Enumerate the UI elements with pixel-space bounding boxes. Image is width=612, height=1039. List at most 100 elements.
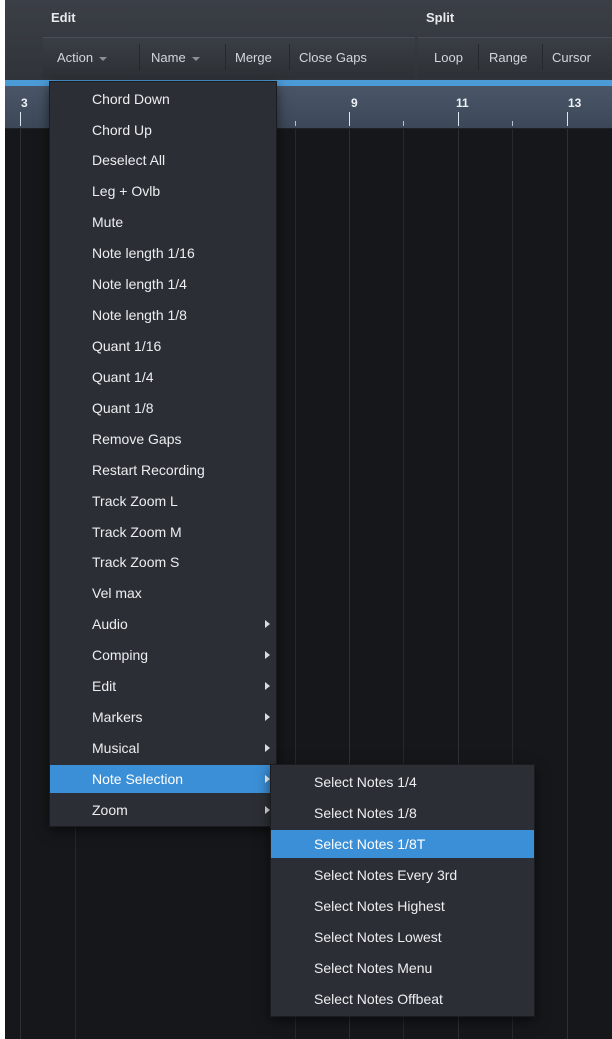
menu-item-restart-recording[interactable]: Restart Recording <box>50 456 276 484</box>
submenu-item-label: Select Notes Menu <box>314 960 433 976</box>
ruler-bar-tick <box>349 112 350 126</box>
menu-item-label: Zoom <box>92 802 128 818</box>
menu-item-label: Mute <box>92 214 124 230</box>
submenu-item-label: Select Notes 1/8T <box>314 836 426 852</box>
menu-item-chord-down[interactable]: Chord Down <box>50 85 276 113</box>
menu-item-note-length-1-8[interactable]: Note length 1/8 <box>50 301 276 329</box>
menu-item-edit[interactable]: Edit <box>50 672 276 700</box>
menu-item-label: Quant 1/8 <box>92 400 154 416</box>
menu-item-label: Track Zoom S <box>92 554 180 570</box>
action-button[interactable]: Action <box>57 50 108 65</box>
grid-line <box>567 129 568 1039</box>
menu-item-musical[interactable]: Musical <box>50 734 276 762</box>
menu-item-label: Comping <box>92 647 149 663</box>
action-button-label: Action <box>57 50 94 65</box>
submenu-item-label: Select Notes Highest <box>314 898 445 914</box>
ruler-sub-tick <box>512 121 513 126</box>
split-cursor-button[interactable]: Cursor <box>552 50 591 65</box>
submenu-item-select-notes-1-4[interactable]: Select Notes 1/4 <box>271 768 534 796</box>
menu-item-track-zoom-s[interactable]: Track Zoom S <box>50 548 276 576</box>
toolbar-divider <box>225 44 226 70</box>
menu-item-leg-ovlb[interactable]: Leg + Ovlb <box>50 177 276 205</box>
menu-item-label: Note length 1/16 <box>92 245 195 261</box>
menu-item-label: Deselect All <box>92 152 166 168</box>
grid-line <box>20 129 21 1039</box>
menu-item-note-length-1-16[interactable]: Note length 1/16 <box>50 239 276 267</box>
menu-item-label: Note Selection <box>92 771 184 787</box>
menu-item-label: Vel max <box>92 585 142 601</box>
ruler-bar-tick <box>20 112 21 126</box>
action-menu: Chord Down Chord Up Deselect All Leg + O… <box>49 81 277 827</box>
ruler-bar-tick <box>567 112 568 126</box>
submenu-item-label: Select Notes Lowest <box>314 929 442 945</box>
merge-button-label: Merge <box>235 50 272 65</box>
menu-item-label: Track Zoom L <box>92 493 178 509</box>
ruler-bar-tick <box>458 112 459 126</box>
chevron-down-icon <box>99 56 108 61</box>
submenu-item-select-notes-menu[interactable]: Select Notes Menu <box>271 954 534 982</box>
ruler-bar-number: 3 <box>21 96 28 110</box>
name-button[interactable]: Name <box>151 50 200 65</box>
edit-group-title: Edit <box>51 10 76 25</box>
menu-item-label: Leg + Ovlb <box>92 183 161 199</box>
split-loop-label: Loop <box>434 50 463 65</box>
chevron-right-icon <box>265 651 270 659</box>
split-group: Split Loop Range Cursor <box>418 0 612 80</box>
edit-group-body: Action Name Merge Close Gaps <box>43 37 415 78</box>
submenu-item-select-notes-every-3rd[interactable]: Select Notes Every 3rd <box>271 861 534 889</box>
menu-item-markers[interactable]: Markers <box>50 703 276 731</box>
split-range-button[interactable]: Range <box>489 50 527 65</box>
menu-item-mute[interactable]: Mute <box>50 208 276 236</box>
menu-item-quant-1-16[interactable]: Quant 1/16 <box>50 332 276 360</box>
submenu-item-select-notes-1-8t[interactable]: Select Notes 1/8T <box>271 830 534 858</box>
ruler-bar-number: 11 <box>456 96 469 110</box>
menu-item-label: Quant 1/16 <box>92 338 162 354</box>
menu-item-label: Note length 1/8 <box>92 307 187 323</box>
menu-item-label: Note length 1/4 <box>92 276 187 292</box>
menu-item-vel-max[interactable]: Vel max <box>50 579 276 607</box>
toolbar: Edit Action Name Merge Close Gaps Split … <box>5 0 612 80</box>
submenu-item-label: Select Notes Every 3rd <box>314 867 458 883</box>
submenu-item-select-notes-highest[interactable]: Select Notes Highest <box>271 892 534 920</box>
menu-item-note-selection[interactable]: Note Selection <box>50 765 276 793</box>
chevron-right-icon <box>265 713 270 721</box>
ruler-bar-number: 13 <box>568 96 582 110</box>
menu-item-label: Restart Recording <box>92 462 205 478</box>
menu-item-label: Track Zoom M <box>92 524 182 540</box>
chevron-right-icon <box>265 682 270 690</box>
merge-button[interactable]: Merge <box>235 50 272 65</box>
split-loop-button[interactable]: Loop <box>434 50 463 65</box>
menu-item-note-length-1-4[interactable]: Note length 1/4 <box>50 270 276 298</box>
submenu-item-select-notes-lowest[interactable]: Select Notes Lowest <box>271 923 534 951</box>
menu-item-chord-up[interactable]: Chord Up <box>50 116 276 144</box>
menu-item-label: Markers <box>92 709 143 725</box>
menu-item-quant-1-8[interactable]: Quant 1/8 <box>50 394 276 422</box>
ruler-sub-tick <box>295 121 296 126</box>
split-group-title: Split <box>426 10 455 25</box>
menu-item-track-zoom-l[interactable]: Track Zoom L <box>50 487 276 515</box>
menu-item-track-zoom-m[interactable]: Track Zoom M <box>50 518 276 546</box>
note-selection-submenu: Select Notes 1/4 Select Notes 1/8 Select… <box>270 764 535 1017</box>
close-gaps-button-label: Close Gaps <box>299 50 367 65</box>
submenu-item-label: Select Notes 1/4 <box>314 774 417 790</box>
submenu-item-select-notes-offbeat[interactable]: Select Notes Offbeat <box>271 985 534 1013</box>
menu-item-zoom[interactable]: Zoom <box>50 796 276 824</box>
menu-item-remove-gaps[interactable]: Remove Gaps <box>50 425 276 453</box>
menu-item-label: Chord Up <box>92 122 152 138</box>
menu-item-comping[interactable]: Comping <box>50 641 276 669</box>
menu-item-label: Chord Down <box>92 91 170 107</box>
split-cursor-label: Cursor <box>552 50 592 65</box>
toolbar-divider <box>139 44 140 70</box>
menu-item-audio[interactable]: Audio <box>50 610 276 638</box>
menu-item-deselect-all[interactable]: Deselect All <box>50 146 276 174</box>
menu-item-label: Quant 1/4 <box>92 369 154 385</box>
toolbar-divider <box>289 44 290 70</box>
menu-item-quant-1-4[interactable]: Quant 1/4 <box>50 363 276 391</box>
name-button-label: Name <box>151 50 186 65</box>
submenu-item-select-notes-1-8[interactable]: Select Notes 1/8 <box>271 799 534 827</box>
app-window: Edit Action Name Merge Close Gaps Split … <box>5 0 612 1039</box>
menu-item-label: Edit <box>92 678 117 694</box>
menu-item-label: Musical <box>92 740 140 756</box>
close-gaps-button[interactable]: Close Gaps <box>299 50 367 65</box>
edit-group: Edit Action Name Merge Close Gaps <box>43 0 415 80</box>
